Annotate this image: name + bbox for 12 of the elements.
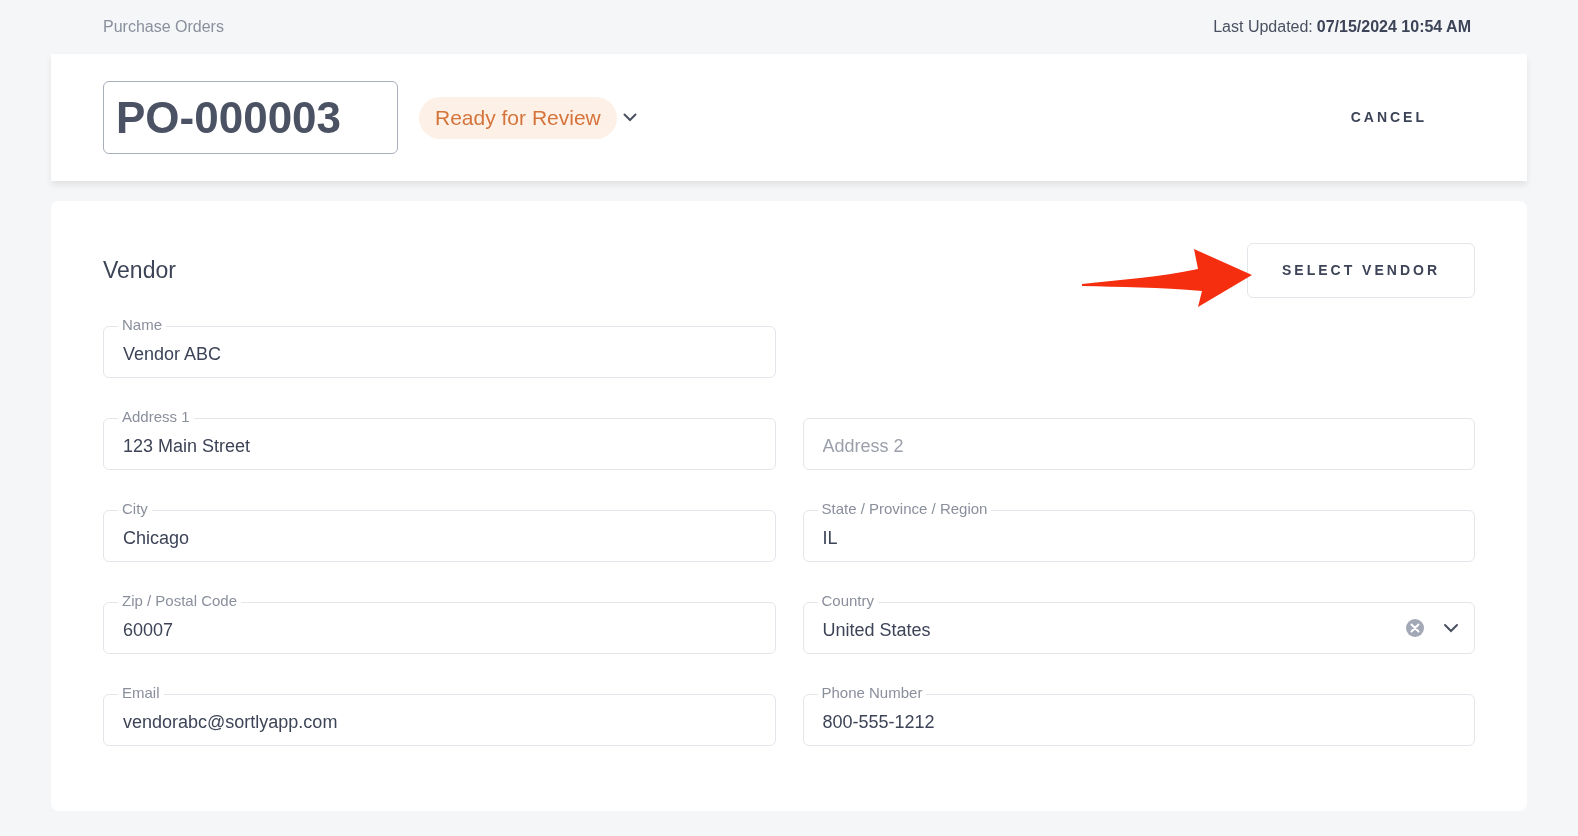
field-label: City [118, 500, 152, 518]
chevron-down-icon[interactable] [1443, 623, 1459, 633]
field-label: State / Province / Region [817, 500, 992, 518]
last-updated-value: 07/15/2024 10:54 AM [1316, 17, 1471, 37]
field-label: Zip / Postal Code [118, 592, 242, 610]
select-vendor-button[interactable]: SELECT VENDOR [1247, 243, 1475, 298]
section-title: Vendor [103, 256, 176, 286]
po-number-field[interactable]: PO-000003 [103, 81, 398, 154]
chevron-down-icon[interactable] [622, 113, 637, 122]
cancel-button[interactable]: CANCEL [1350, 107, 1427, 128]
last-updated-label: Last Updated: [1213, 17, 1313, 37]
input-field[interactable]: Address 2 [802, 418, 1475, 470]
